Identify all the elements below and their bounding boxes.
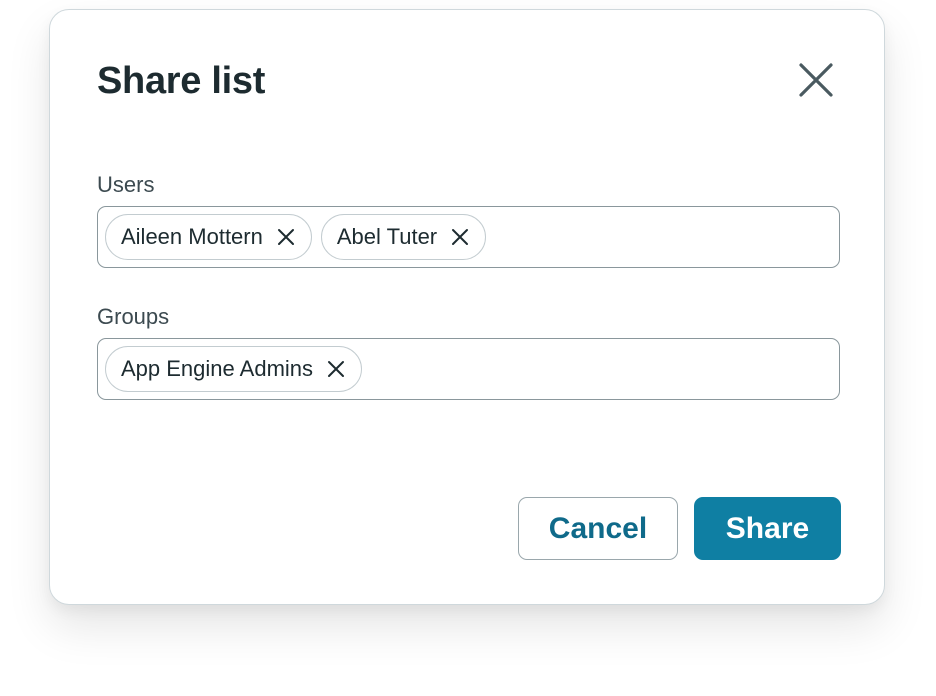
- dialog-title: Share list: [97, 60, 266, 102]
- users-label: Users: [97, 172, 155, 197]
- groups-input[interactable]: App Engine Admins: [97, 338, 840, 400]
- remove-user-button[interactable]: [275, 226, 297, 248]
- group-pill-app-engine-admins: App Engine Admins: [105, 346, 363, 392]
- share-button[interactable]: Share: [694, 497, 841, 560]
- groups-label: Groups: [97, 304, 170, 329]
- user-pill-aileen-mottern: Aileen Mottern: [105, 214, 312, 260]
- close-icon: [277, 229, 294, 245]
- group-pill-label: App Engine Admins: [121, 356, 314, 381]
- user-pill-label: Aileen Mottern: [121, 224, 263, 249]
- close-button[interactable]: [788, 52, 844, 108]
- user-pill-label: Abel Tuter: [336, 224, 438, 249]
- cancel-button[interactable]: Cancel: [518, 497, 678, 560]
- remove-user-button[interactable]: [449, 226, 471, 248]
- close-icon: [328, 361, 345, 377]
- share-list-dialog: Share list Users Aileen Mottern Abel Tut…: [49, 9, 885, 605]
- users-input[interactable]: Aileen Mottern Abel Tuter: [97, 206, 840, 268]
- close-icon: [452, 229, 469, 245]
- close-icon: [799, 63, 833, 97]
- user-pill-abel-tuter: Abel Tuter: [320, 214, 487, 260]
- remove-group-button[interactable]: [325, 358, 347, 380]
